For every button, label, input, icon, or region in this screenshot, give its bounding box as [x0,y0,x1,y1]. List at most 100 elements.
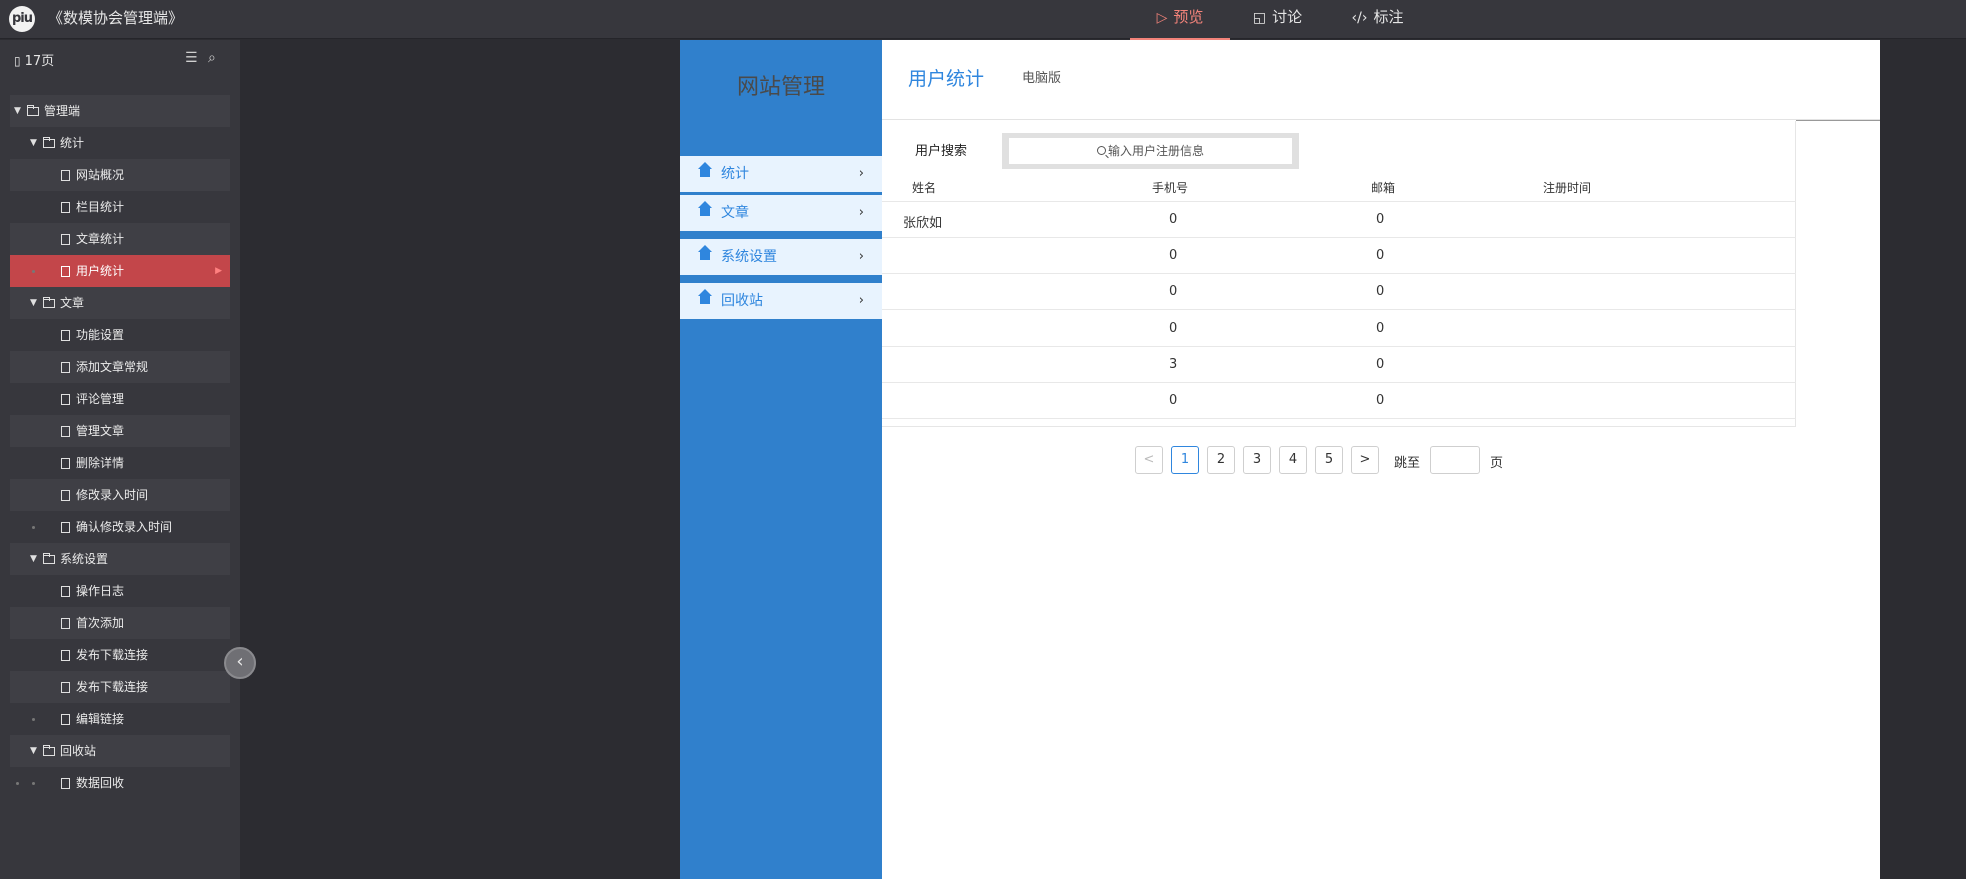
page-icon [61,586,70,597]
project-title: 《数模协会管理端》 [48,9,184,27]
page-icon: ▯ [14,54,21,68]
tab-discuss[interactable]: ◱ 讨论 [1240,0,1315,40]
tree-page[interactable]: 功能设置 [10,319,230,351]
menu-item-settings[interactable]: 系统设置 › [680,239,882,275]
folder-icon [43,745,55,756]
page-icon [61,234,70,245]
tab-preview[interactable]: ▷ 预览 [1130,0,1230,40]
tree-folder-admin[interactable]: ▼ 管理端 [10,95,230,127]
tree-page[interactable]: 首次添加 [10,607,230,639]
page-button-3[interactable]: 3 [1243,446,1271,474]
caret-down-icon: ▼ [30,138,37,148]
site-title: 网站管理 [736,75,825,100]
page-icon [61,778,70,789]
page-icon [61,458,70,469]
menu-item-article[interactable]: 文章 › [680,195,882,231]
page-icon [61,266,70,277]
page-icon [61,490,70,501]
tree-page[interactable]: 管理文章 [10,415,230,447]
page-header: 用户统计 电脑版 [882,40,1880,120]
page-button-4[interactable]: 4 [1279,446,1307,474]
column-header-name: 姓名 [912,181,937,195]
tree-page[interactable]: 删除详情 [10,447,230,479]
tree-folder-stats[interactable]: ▼ 统计 [10,127,230,159]
page-icon [61,650,70,661]
caret-down-icon: ▼ [30,554,37,564]
tree-dot [32,782,35,785]
page-title: 用户统计 [908,68,985,90]
chevron-right-icon: › [858,205,864,220]
page-button-1[interactable]: 1 [1171,446,1199,474]
tree-page[interactable]: 添加文章常规 [10,351,230,383]
tree-folder-article[interactable]: ▼ 文章 [10,287,230,319]
folder-icon [43,297,55,308]
page-icon [61,426,70,437]
column-header-registered: 注册时间 [1543,181,1592,195]
chevron-right-icon: › [858,166,864,181]
tree-page[interactable]: 文章统计 [10,223,230,255]
jump-label: 跳至 [1394,456,1421,471]
table-row: 3 0 [882,347,1796,383]
folder-icon [43,553,55,564]
search-label: 用户搜索 [915,144,968,159]
prev-page-button[interactable]: < [1135,446,1163,474]
home-icon [698,289,712,307]
tree-page-selected[interactable]: 用户统计 ▶ [10,255,230,287]
page-count: ▯ 17页 [14,54,55,69]
tree-page[interactable]: 操作日志 [10,575,230,607]
table-row: 0 0 [882,311,1796,347]
play-icon: ▷ [1156,10,1168,26]
tree-page[interactable]: 网站概况 [10,159,230,191]
page-icon [61,714,70,725]
chevron-left-icon: ‹ [236,651,244,672]
search-icon[interactable]: ⌕ [208,50,216,66]
divider [1796,120,1880,121]
tab-annotate[interactable]: ‹/› 标注 [1340,0,1415,40]
page-icon [61,618,70,629]
jump-page-input[interactable] [1430,446,1480,474]
mock-sidebar: 网站管理 统计 › 文章 › 系统设置 › 回收站 › [680,40,882,879]
page-tree: ▼ 管理端 ▼ 统计 网站概况 栏目统计 文章统计 用户统计 ▶ ▼ 文章 功能… [10,95,230,799]
home-icon [698,162,712,180]
page-unit-label: 页 [1490,456,1504,471]
tree-dot [32,270,35,273]
filter-icon[interactable]: ☰ [185,50,198,66]
discuss-icon: ◱ [1252,10,1267,26]
tree-page[interactable]: 发布下载连接 [10,671,230,703]
search-input[interactable]: 输入用户注册信息 [1002,133,1299,169]
tree-page[interactable]: 数据回收 [10,767,230,799]
chevron-right-icon: › [858,249,864,264]
table-row: 0 0 [882,383,1796,419]
column-header-email: 邮箱 [1371,181,1396,195]
menu-item-stats[interactable]: 统计 › [680,156,882,192]
tree-page[interactable]: 修改录入时间 [10,479,230,511]
tree-page[interactable]: 评论管理 [10,383,230,415]
search-icon [1096,146,1106,155]
column-header-phone: 手机号 [1152,181,1189,195]
next-page-button[interactable]: > [1351,446,1379,474]
code-icon: ‹/› [1351,10,1368,26]
app-logo: piu [9,6,35,32]
tree-folder-system[interactable]: ▼ 系统设置 [10,543,230,575]
tree-page[interactable]: 编辑链接 [10,703,230,735]
page-icon [61,170,70,181]
table-row: 0 0 [882,274,1796,310]
search-placeholder: 输入用户注册信息 [1107,144,1204,158]
tree-page[interactable]: 发布下载连接 [10,639,230,671]
tree-page[interactable]: 栏目统计 [10,191,230,223]
user-table-panel: 用户搜索 输入用户注册信息 姓名 手机号 邮箱 注册时间 张欣如 0 0 0 0… [882,121,1796,427]
menu-item-recycle[interactable]: 回收站 › [680,283,882,319]
page-icon [61,682,70,693]
collapse-panel-button[interactable]: ‹ [224,647,256,679]
page-button-5[interactable]: 5 [1315,446,1343,474]
page-icon [61,522,70,533]
prototype-canvas: 网站管理 统计 › 文章 › 系统设置 › 回收站 › 用户统计 电脑版 用户搜… [680,40,1880,879]
tree-folder-recycle[interactable]: ▼ 回收站 [10,735,230,767]
page-icon [61,202,70,213]
table-row: 张欣如 0 0 [882,202,1796,238]
caret-right-icon: ▶ [215,266,222,276]
caret-down-icon: ▼ [14,106,21,116]
page-button-2[interactable]: 2 [1207,446,1235,474]
caret-down-icon: ▼ [30,746,37,756]
tree-page[interactable]: 确认修改录入时间 [10,511,230,543]
